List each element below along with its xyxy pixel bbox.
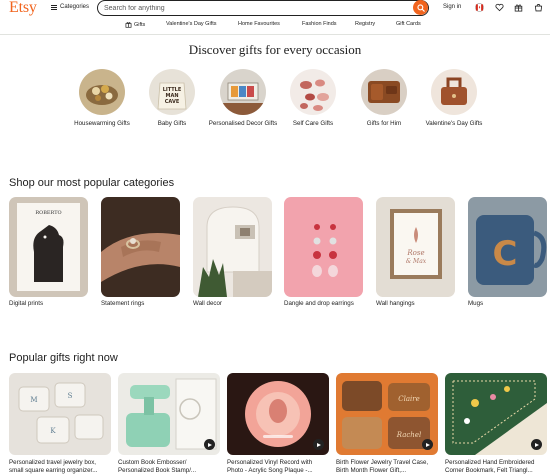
gift-card-embroidered-bookmark[interactable]: Personalized Hand Embroidered Corner Boo…: [445, 373, 547, 475]
nav-item-registry[interactable]: Registry: [355, 21, 375, 27]
nav-item-fashion-finds[interactable]: Fashion Finds: [302, 21, 337, 27]
occasion-image: [361, 69, 407, 115]
category-image: Rose & Max: [376, 197, 455, 297]
occasion-image: [79, 69, 125, 115]
categories-heading: Shop our most popular categories: [9, 177, 175, 189]
favorites-heart-icon[interactable]: [494, 2, 504, 12]
svg-text:Claire: Claire: [398, 395, 420, 403]
occasion-label: Personalised Decor Gifts: [208, 120, 278, 127]
category-label: Statement rings: [101, 300, 145, 307]
gift-title: Personalized Hand Embroidered Corner Boo…: [445, 459, 535, 474]
svg-text:Rose: Rose: [406, 249, 424, 257]
gift-title: Personalized travel jewelry box, small s…: [9, 459, 98, 474]
gift-card-birth-flower-case[interactable]: Claire Rachel Birth Flower Jewelry Trave…: [336, 373, 438, 475]
svg-text:ROBERTO: ROBERTO: [35, 210, 61, 216]
gift-card-jewelry-box[interactable]: M S K Personalized travel jewelry box, s…: [9, 373, 111, 475]
occasion-label: Housewarming Gifts: [74, 120, 130, 127]
gift-icon[interactable]: [513, 2, 523, 12]
occasion-image: LITTLE MAN CAVE: [149, 69, 195, 115]
occasion-self-care[interactable]: Self Care Gifts: [278, 69, 348, 128]
gift-image: [445, 373, 547, 455]
nav-item-label: Gifts: [134, 21, 146, 28]
gift-title: Personalized Vinyl Record with Photo - A…: [227, 459, 313, 474]
svg-text:K: K: [50, 427, 56, 435]
occasion-personalised-decor[interactable]: Personalised Decor Gifts: [208, 69, 278, 128]
gift-title: Birth Flower Jewelry Travel Case, Birth …: [336, 459, 429, 474]
category-nav: Gifts Valentine's Day Gifts Home Favouri…: [0, 21, 550, 33]
occasion-image: [431, 69, 477, 115]
etsy-logo[interactable]: Etsy: [9, 0, 37, 17]
search-icon: [416, 3, 425, 12]
category-label: Wall hangings: [376, 300, 415, 307]
video-play-icon[interactable]: [422, 439, 433, 450]
category-label: Dangle and drop earrings: [284, 300, 354, 307]
popular-gifts-heading: Popular gifts right now: [9, 352, 118, 364]
svg-text:& Max: & Max: [406, 258, 427, 265]
gift-card-vinyl-record[interactable]: Personalized Vinyl Record with Photo - A…: [227, 373, 329, 475]
cart-icon[interactable]: [533, 2, 543, 12]
search-bar: [97, 0, 429, 16]
occasions-heading: Discover gifts for every occasion: [188, 42, 362, 57]
gift-title: Custom Book Embosser/ Personalized Book …: [118, 459, 197, 474]
category-label: Wall decor: [193, 300, 222, 307]
category-image: ROBERTO: [9, 197, 88, 297]
region-flag-icon[interactable]: [474, 2, 484, 12]
category-digital-prints[interactable]: ROBERTO Digital prints: [9, 197, 88, 308]
category-label: Digital prints: [9, 300, 44, 307]
gift-card-book-embosser[interactable]: Custom Book Embosser/ Personalized Book …: [118, 373, 220, 475]
site-header: Etsy Categories Sign in: [0, 0, 550, 18]
occasion-image: [220, 69, 266, 115]
gift-image: [227, 373, 329, 455]
svg-text:CAVE: CAVE: [165, 99, 180, 105]
category-image: C: [468, 197, 547, 297]
video-play-icon[interactable]: [204, 439, 215, 450]
occasion-label: Gifts for Him: [366, 120, 402, 127]
occasion-label: Self Care Gifts: [292, 120, 334, 127]
gift-icon: [125, 21, 132, 28]
sign-in-link[interactable]: Sign in: [443, 4, 461, 10]
svg-text:C: C: [493, 234, 518, 274]
category-image: [284, 197, 363, 297]
occasion-label: Baby Gifts: [157, 120, 187, 127]
search-input[interactable]: [104, 3, 404, 13]
category-wall-decor[interactable]: Wall decor: [193, 197, 272, 308]
video-play-icon[interactable]: [531, 439, 542, 450]
occasion-baby[interactable]: LITTLE MAN CAVE Baby Gifts: [137, 69, 207, 128]
category-label: Mugs: [468, 300, 484, 307]
occasion-image: [290, 69, 336, 115]
svg-text:M: M: [30, 396, 37, 404]
svg-text:Rachel: Rachel: [396, 431, 421, 439]
category-image: [101, 197, 180, 297]
nav-item-gift-cards[interactable]: Gift Cards: [396, 21, 421, 27]
gift-image: Claire Rachel: [336, 373, 438, 455]
category-mugs[interactable]: C Mugs: [468, 197, 547, 308]
nav-item-home-favourites[interactable]: Home Favourites: [238, 21, 280, 27]
occasion-gifts-for-him[interactable]: Gifts for Him: [349, 69, 419, 128]
gift-image: M S K: [9, 373, 111, 455]
category-statement-rings[interactable]: Statement rings: [101, 197, 180, 308]
occasion-valentines[interactable]: Valentine's Day Gifts: [419, 69, 489, 128]
occasion-label: Valentine's Day Gifts: [425, 120, 483, 127]
gift-image: [118, 373, 220, 455]
nav-item-gifts[interactable]: Gifts: [125, 21, 145, 28]
category-image: [193, 197, 272, 297]
categories-label: Categories: [60, 4, 90, 10]
occasion-housewarming[interactable]: Housewarming Gifts: [67, 69, 137, 128]
category-wall-hangings[interactable]: Rose & Max Wall hangings: [376, 197, 455, 308]
nav-item-valentines[interactable]: Valentine's Day Gifts: [166, 21, 216, 27]
video-play-icon[interactable]: [313, 439, 324, 450]
hamburger-icon: [51, 4, 57, 10]
category-dangle-drop-earrings[interactable]: Dangle and drop earrings: [284, 197, 363, 308]
nav-divider: [0, 34, 550, 35]
categories-menu-button[interactable]: Categories: [51, 4, 89, 10]
search-button[interactable]: [413, 0, 428, 15]
svg-text:S: S: [68, 392, 73, 400]
